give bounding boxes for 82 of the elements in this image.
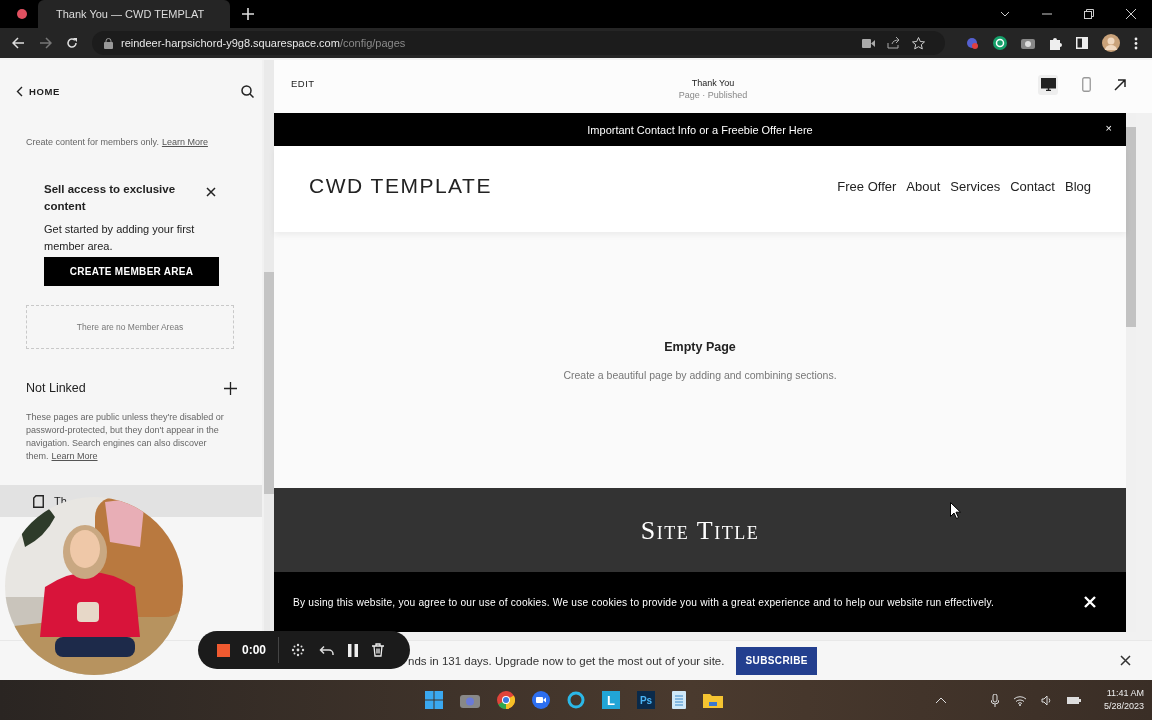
speaker-icon[interactable]	[1040, 694, 1052, 706]
lock-icon	[104, 37, 113, 49]
side-panel-icon[interactable]	[1076, 37, 1088, 49]
forward-arrow-icon[interactable]	[39, 37, 52, 49]
scrollbar-thumb[interactable]	[264, 272, 274, 494]
phone-icon	[1081, 77, 1091, 92]
microphone-icon[interactable]	[990, 693, 999, 707]
scrollbar-thumb[interactable]	[1126, 127, 1136, 327]
back-arrow-icon[interactable]	[12, 37, 25, 49]
ring-icon[interactable]	[567, 691, 585, 709]
site-title: Site Title	[640, 515, 760, 546]
learn-more-link[interactable]: Learn More	[51, 451, 98, 461]
nav-link[interactable]: Blog	[1064, 178, 1091, 194]
not-linked-description: These pages are public unless they're disabled or password-protected, but they don't appear in the navigation. Search engines can also discover them. Learn More	[26, 411, 225, 463]
subscribe-button[interactable]: SUBSCRIBE	[736, 646, 817, 675]
restore-icon[interactable]	[1084, 9, 1094, 19]
recording-time: 0:00	[242, 643, 267, 657]
chevron-up-icon[interactable]	[934, 696, 947, 704]
promo-text: Get started by adding your first member area.	[44, 222, 196, 254]
start-icon[interactable]	[425, 691, 443, 709]
wifi-icon[interactable]	[1012, 694, 1027, 706]
nav-link[interactable]: Free Offer	[837, 178, 897, 194]
browser-tab[interactable]: Thank You — CWD TEMPLAT	[38, 0, 230, 28]
page-icon	[33, 494, 44, 508]
url-path: /config/pages	[339, 37, 406, 49]
search-icon[interactable]	[241, 84, 254, 98]
new-tab-icon[interactable]	[242, 8, 254, 20]
trash-icon[interactable]	[372, 643, 385, 657]
grammar-extension-icon[interactable]	[993, 36, 1007, 50]
star-icon[interactable]	[912, 36, 925, 50]
chevron-down-icon[interactable]	[1000, 11, 1010, 17]
desktop-view-button[interactable]	[1038, 74, 1058, 95]
extension-icon[interactable]	[965, 36, 979, 50]
create-member-area-button[interactable]: CREATE MEMBER AREA	[44, 257, 219, 286]
clock-date: 5/28/2023	[1103, 700, 1144, 713]
more-icon[interactable]	[1134, 36, 1138, 50]
nav-link[interactable]: Contact	[1010, 178, 1055, 194]
close-icon[interactable]	[206, 187, 216, 197]
app-icon[interactable]: Ps	[637, 691, 655, 709]
cookie-text: By using this website, you agree to our use of cookies. We use cookies to provide you with a great experience and to help our website run effectively.	[293, 596, 995, 608]
undo-icon[interactable]	[319, 644, 335, 656]
mouse-cursor-icon	[950, 502, 961, 519]
nav-link[interactable]: About	[906, 178, 941, 194]
tab-title: Thank You — CWD TEMPLAT	[56, 8, 205, 20]
upgrade-message: nds in 131 days. Upgrade now to get the most out of your site.	[408, 654, 725, 667]
video-camera-icon[interactable]	[862, 38, 875, 48]
video-call-icon[interactable]	[532, 691, 550, 709]
home-link[interactable]: HOME	[16, 85, 60, 97]
plus-icon[interactable]	[224, 381, 237, 395]
battery-icon[interactable]	[1065, 694, 1082, 706]
empty-page-text: Create a beautiful page by adding and combining sections.	[563, 368, 837, 381]
url-host: reindeer-harpsichord-y9g8.squarespace.com	[121, 37, 340, 49]
empty-page-title: Empty Page	[664, 339, 736, 354]
promo-title: Sell access to exclusive content	[44, 182, 177, 214]
record-icon	[16, 8, 28, 20]
section-heading: Not Linked	[26, 381, 86, 395]
monitor-icon	[1040, 78, 1056, 91]
nav-link[interactable]: Services	[950, 178, 1001, 194]
exit-arrow-icon[interactable]	[1114, 78, 1126, 91]
stop-icon[interactable]	[217, 643, 230, 657]
pause-icon[interactable]	[348, 643, 359, 657]
browser-icon[interactable]	[497, 691, 515, 709]
chevron-left-icon	[16, 85, 23, 97]
clock-time: 11:41 AM	[1106, 687, 1144, 700]
folder-icon[interactable]	[703, 692, 723, 708]
close-button[interactable]: ×	[1105, 122, 1112, 134]
share-icon[interactable]	[887, 37, 900, 49]
page-title: Thank You	[691, 78, 735, 88]
address-bar[interactable]: reindeer-harpsichord-y9g8.squarespace.com/config/pages	[92, 31, 945, 55]
reload-icon[interactable]	[66, 37, 78, 49]
camera-icon[interactable]	[1021, 37, 1035, 49]
edit-button[interactable]: EDIT	[291, 78, 315, 89]
dots-icon[interactable]	[291, 643, 306, 657]
learn-more-link[interactable]: Learn More	[161, 137, 208, 147]
page-status: Page · Published	[678, 90, 748, 100]
members-note: Create content for members only. Learn More	[26, 137, 209, 147]
empty-note: There are no Member Areas	[76, 322, 184, 332]
puzzle-icon[interactable]	[1049, 36, 1062, 50]
avatar-icon[interactable]	[1102, 34, 1120, 52]
announcement-text: Important Contact Info or a Freebie Offer Here	[587, 123, 813, 136]
site-logo[interactable]: CWD TEMPLATE	[309, 174, 492, 198]
close-icon[interactable]	[1120, 655, 1131, 666]
